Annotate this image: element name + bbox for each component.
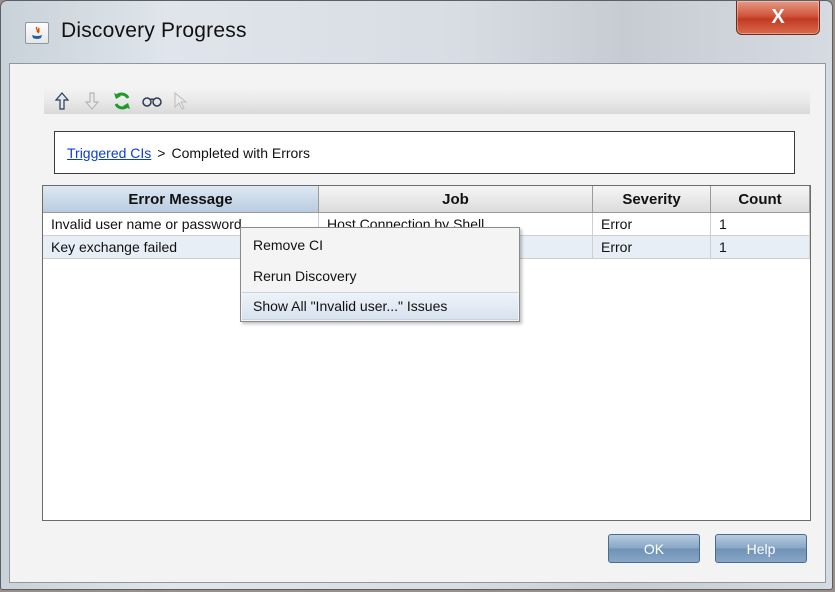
close-icon: X <box>771 6 785 28</box>
context-menu: Remove CI Rerun Discovery Show All "Inva… <box>240 227 520 322</box>
help-button[interactable]: Help <box>715 534 807 563</box>
move-down-icon <box>82 91 102 111</box>
table-header: Error Message Job Severity Count <box>43 186 810 213</box>
dialog-window: Discovery Progress X Triggered CIs > Com… <box>0 0 833 590</box>
close-button[interactable]: X <box>736 1 820 35</box>
title-bar[interactable]: Discovery Progress X <box>1 1 832 63</box>
cell-severity: Error <box>593 213 711 236</box>
menu-item-show-all-issues[interactable]: Show All "Invalid user..." Issues <box>242 292 518 320</box>
breadcrumb-current: Completed with Errors <box>171 144 310 161</box>
ok-button[interactable]: OK <box>608 534 700 563</box>
menu-item-rerun-discovery[interactable]: Rerun Discovery <box>242 262 518 290</box>
cell-count: 1 <box>711 213 810 236</box>
view-icon[interactable] <box>142 91 162 111</box>
move-up-icon[interactable] <box>52 91 72 111</box>
toolbar <box>44 88 810 114</box>
column-header-count[interactable]: Count <box>711 186 810 213</box>
breadcrumb: Triggered CIs > Completed with Errors <box>54 131 795 174</box>
breadcrumb-separator: > <box>157 144 166 161</box>
window-title: Discovery Progress <box>61 19 247 42</box>
pointer-icon <box>170 91 190 111</box>
cell-severity: Error <box>593 236 711 259</box>
breadcrumb-link-triggered-cis[interactable]: Triggered CIs <box>67 145 151 161</box>
column-header-error-message[interactable]: Error Message <box>43 186 319 213</box>
cell-count: 1 <box>711 236 810 259</box>
menu-item-remove-ci[interactable]: Remove CI <box>242 231 518 259</box>
column-header-job[interactable]: Job <box>319 186 593 213</box>
java-app-icon <box>25 22 49 44</box>
column-header-severity[interactable]: Severity <box>593 186 711 213</box>
refresh-icon[interactable] <box>112 91 132 111</box>
